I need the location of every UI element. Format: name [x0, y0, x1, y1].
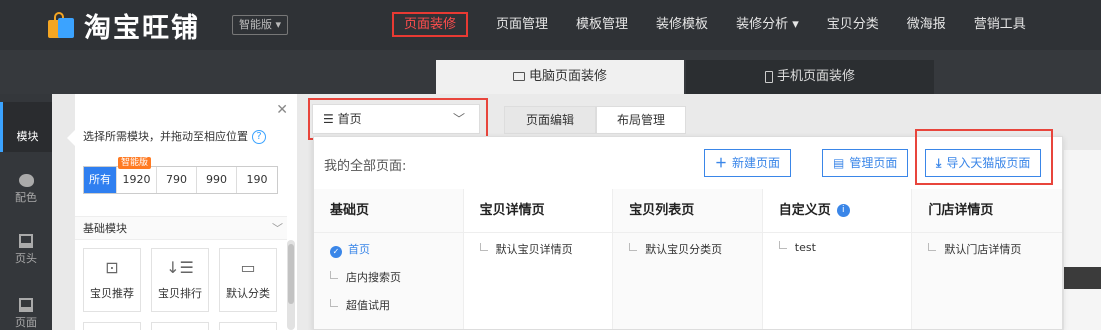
- page-item-default-detail[interactable]: 默认宝贝详情页: [479, 241, 573, 257]
- nav-item-item-categories[interactable]: 宝贝分类: [813, 0, 893, 50]
- column-title: 自定义页 i: [762, 189, 912, 233]
- page-item-test[interactable]: test: [778, 241, 816, 254]
- column-item-detail-pages: 宝贝详情页 默认宝贝详情页: [463, 189, 614, 329]
- page-icon: [19, 298, 33, 312]
- manage-page-button[interactable]: ▤ 管理页面: [822, 149, 909, 177]
- column-item-list-pages: 宝贝列表页 默认宝贝分类页: [613, 189, 763, 329]
- nav-item-page-decoration[interactable]: 页面装修: [378, 0, 482, 50]
- module-item-partial[interactable]: [219, 322, 277, 330]
- column-title: 宝贝列表页: [613, 189, 762, 233]
- width-filter-790[interactable]: 790: [157, 167, 197, 193]
- column-title: 门店详情页: [912, 189, 1062, 233]
- palette-icon: [18, 174, 34, 187]
- monitor-icon: [512, 72, 525, 81]
- list-icon: ▤: [833, 156, 845, 170]
- page-item-default-category[interactable]: 默认宝贝分类页: [629, 241, 722, 257]
- column-store-detail-pages: 门店详情页 默认门店详情页: [912, 189, 1062, 329]
- panel-pointer: [67, 130, 75, 146]
- sort-list-icon: ↓☰: [166, 258, 194, 277]
- page-preview-strip: [1064, 150, 1101, 330]
- plus-icon: ＋: [715, 156, 728, 170]
- nav-item-page-management[interactable]: 页面管理: [482, 0, 562, 50]
- tab-pc-decoration[interactable]: 电脑页面装修: [436, 60, 684, 94]
- rail-item-header[interactable]: 页头: [0, 234, 52, 266]
- scroll-thumb[interactable]: [288, 244, 294, 304]
- tab-mobile-decoration[interactable]: 手机页面装修: [686, 60, 934, 94]
- module-item-ranking[interactable]: ↓☰ 宝贝排行: [151, 248, 209, 312]
- width-filter-190[interactable]: 190: [237, 167, 277, 193]
- new-page-button[interactable]: ＋新建页面: [704, 149, 792, 177]
- module-panel: ✕ 选择所需模块，并拖动至相应位置? 所有 智能版 1920 790 990 1…: [75, 94, 297, 330]
- width-filter-990[interactable]: 990: [197, 167, 237, 193]
- column-custom-pages: 自定义页 i test: [762, 189, 913, 329]
- page-columns: 基础页 ✓ 首页 店内搜索页 超值试用 宝贝详情页 默认宝贝详情页 宝贝列表页 默…: [314, 189, 1062, 329]
- help-icon[interactable]: ?: [252, 130, 266, 144]
- module-item-partial[interactable]: [151, 322, 209, 330]
- rail-item-page[interactable]: 页面: [0, 298, 52, 330]
- width-filter: 所有 智能版 1920 790 990 190: [83, 157, 278, 194]
- main-nav: 页面装修 页面管理 模板管理 装修模板 装修分析 ▾ 宝贝分类 微海报 营销工具: [378, 0, 1040, 50]
- module-scrollbar[interactable]: [287, 240, 295, 330]
- tab-layout-management[interactable]: 布局管理: [596, 106, 686, 134]
- shop-logo-icon: [48, 12, 74, 38]
- all-pages-title: 我的全部页面:: [324, 159, 407, 174]
- page-preview-bar: [1064, 267, 1101, 289]
- left-rail: 模块 配色 页头 页面: [0, 94, 52, 330]
- chevron-down-icon: ﹀: [272, 222, 283, 235]
- phone-icon: [764, 70, 773, 83]
- section-basic-modules[interactable]: 基础模块 ﹀: [75, 216, 287, 240]
- page-item-home[interactable]: ✓ 首页: [330, 241, 370, 258]
- page-item-value-trial[interactable]: 超值试用: [330, 297, 390, 313]
- highlight-page-select: [308, 98, 488, 140]
- page-item-default-store-detail[interactable]: 默认门店详情页: [928, 241, 1021, 257]
- check-icon: ✓: [330, 246, 342, 258]
- top-bar: 淘宝旺铺 智能版 ▾ 页面装修 页面管理 模板管理 装修模板 装修分析 ▾ 宝贝…: [0, 0, 1101, 50]
- rail-item-modules[interactable]: 模块: [0, 102, 52, 152]
- column-title: 基础页: [314, 189, 463, 233]
- nav-item-decoration-templates[interactable]: 装修模板: [642, 0, 722, 50]
- edition-dropdown[interactable]: 智能版 ▾: [232, 15, 289, 35]
- nav-item-decoration-analysis[interactable]: 装修分析 ▾: [722, 0, 813, 50]
- width-filter-1920[interactable]: 智能版 1920: [117, 157, 157, 193]
- page-item-store-search[interactable]: 店内搜索页: [330, 269, 401, 285]
- category-icon: ▭: [240, 258, 256, 277]
- device-tab-bar: 电脑页面装修 手机页面装修: [0, 50, 1101, 94]
- column-title: 宝贝详情页: [463, 189, 613, 233]
- smart-edition-badge: 智能版: [118, 157, 152, 169]
- nav-item-marketing-tools[interactable]: 营销工具: [960, 0, 1040, 50]
- rail-item-colors[interactable]: 配色: [0, 174, 52, 205]
- module-item-recommend[interactable]: ⊡ 宝贝推荐: [83, 248, 141, 312]
- tab-page-edit[interactable]: 页面编辑: [504, 106, 596, 134]
- close-icon[interactable]: ✕: [276, 102, 288, 118]
- info-icon[interactable]: i: [836, 204, 850, 217]
- bag-icon: ⊡: [105, 258, 119, 277]
- nav-item-micro-poster[interactable]: 微海报: [893, 0, 960, 50]
- highlight-import-button: [915, 129, 1053, 185]
- module-hint: 选择所需模块，并拖动至相应位置?: [83, 128, 266, 144]
- width-filter-all[interactable]: 所有: [84, 167, 117, 193]
- header-icon: [19, 234, 33, 248]
- logo[interactable]: 淘宝旺铺: [48, 9, 200, 44]
- column-basic-pages: 基础页 ✓ 首页 店内搜索页 超值试用: [314, 189, 464, 329]
- brand-name: 淘宝旺铺: [84, 12, 200, 44]
- nav-item-template-management[interactable]: 模板管理: [562, 0, 642, 50]
- module-item-default-category[interactable]: ▭ 默认分类: [219, 248, 277, 312]
- grid-icon: [20, 110, 36, 126]
- module-item-partial[interactable]: [83, 322, 141, 330]
